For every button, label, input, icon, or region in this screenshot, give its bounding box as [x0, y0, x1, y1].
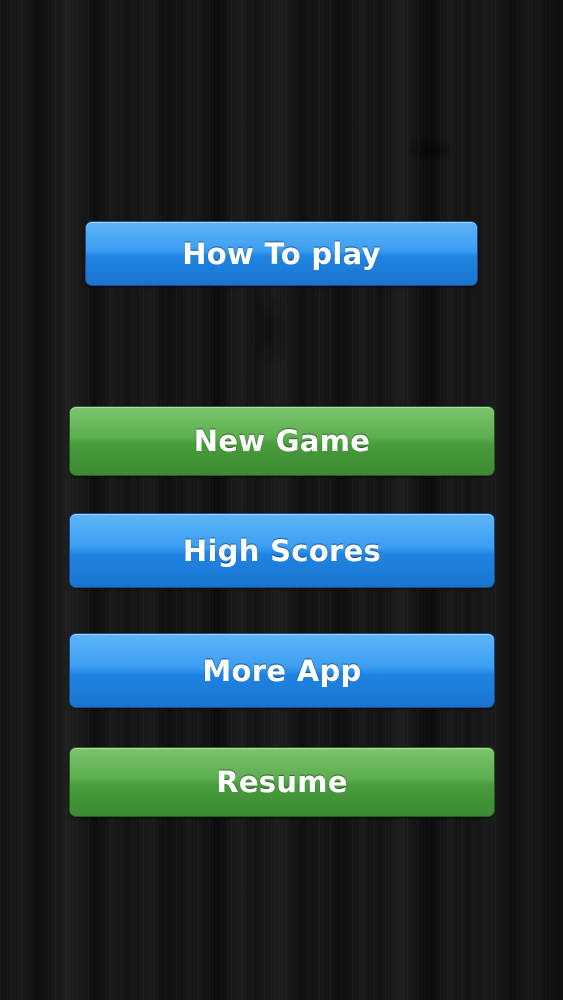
how-to-play-button[interactable]: How To play: [85, 221, 478, 286]
how-to-play-label: How To play: [182, 236, 381, 271]
resume-button[interactable]: Resume: [69, 747, 495, 817]
new-game-button[interactable]: New Game: [69, 406, 495, 476]
more-app-label: More App: [202, 653, 362, 688]
new-game-label: New Game: [193, 424, 371, 458]
wood-background: [0, 0, 563, 1000]
more-app-button[interactable]: More App: [69, 633, 495, 708]
high-scores-label: High Scores: [182, 533, 382, 568]
high-scores-button[interactable]: High Scores: [69, 513, 495, 588]
resume-label: Resume: [216, 765, 348, 799]
